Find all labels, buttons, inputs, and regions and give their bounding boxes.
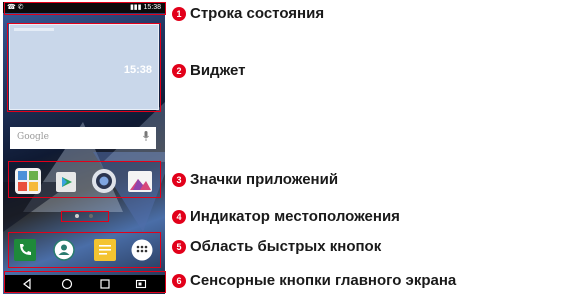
callout-number: 6 — [172, 274, 186, 288]
highlight-widget — [7, 23, 161, 112]
google-search-bar[interactable]: Google — [10, 127, 156, 149]
callout-label: Сенсорные кнопки главного экрана — [190, 272, 457, 289]
highlight-page-indicator — [61, 211, 109, 222]
highlight-quick-buttons — [8, 232, 161, 268]
callout-number: 5 — [172, 240, 186, 254]
callout-label: Строка состояния — [190, 5, 325, 22]
callout-number: 2 — [172, 64, 186, 78]
callout-number: 4 — [172, 210, 186, 224]
callout-number: 1 — [172, 7, 186, 21]
highlight-app-icons — [8, 161, 161, 198]
callout-label: Индикатор местоположения — [190, 208, 400, 225]
highlight-status-bar — [4, 2, 166, 15]
search-placeholder: Google — [17, 132, 49, 142]
callout-label: Виджет — [190, 62, 246, 79]
highlight-nav-buttons — [4, 271, 166, 293]
callout-number: 3 — [172, 173, 186, 187]
callout-label: Область быстрых кнопок — [190, 238, 382, 255]
callout-label: Значки приложений — [190, 171, 339, 188]
mic-icon[interactable] — [143, 131, 149, 141]
